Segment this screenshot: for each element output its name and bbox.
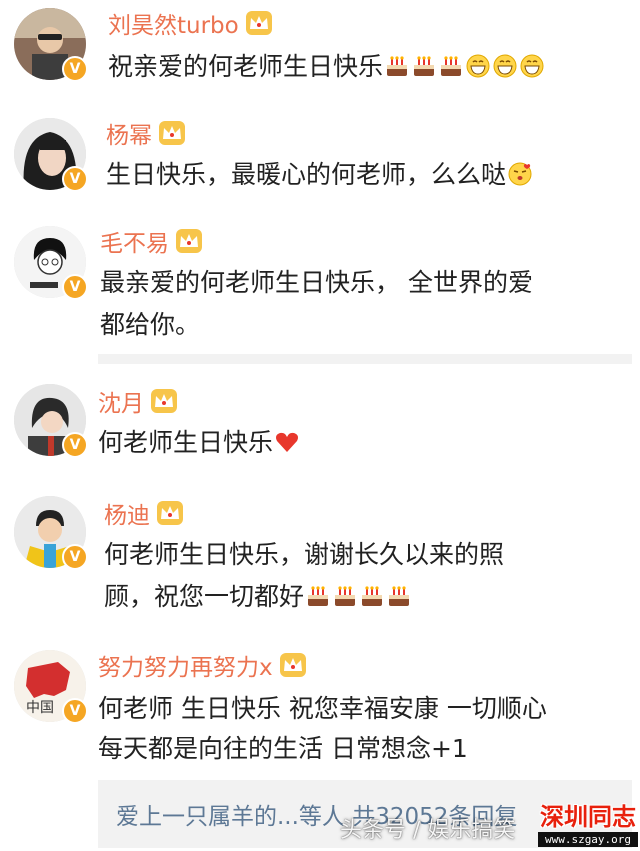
cake-emoji-icon <box>359 583 385 609</box>
comment-text: 顾，祝您一切都好 <box>104 576 412 618</box>
verified-badge: V <box>62 698 88 724</box>
cake-emoji-icon <box>386 583 412 609</box>
crown-icon <box>175 228 203 254</box>
cake-emoji-icon <box>384 53 410 79</box>
avatar[interactable]: 中国 V <box>14 650 88 724</box>
user-name[interactable]: 杨迪 <box>104 496 150 530</box>
comment-text: 何老师生日快乐，谢谢长久以来的照 <box>104 540 505 569</box>
divider <box>98 354 632 364</box>
avatar[interactable]: V <box>14 496 88 570</box>
crown-icon <box>245 10 273 36</box>
comment-text: 都给你。 <box>100 310 201 339</box>
verified-badge: V <box>62 544 88 570</box>
site-logo-url: www.szgay.org <box>538 832 638 847</box>
grin-emoji-icon <box>519 53 545 79</box>
user-name[interactable]: 努力努力再努力x <box>98 648 273 682</box>
comment-text: 最亲爱的何老师生日快乐， 全世界的爱 <box>100 268 533 297</box>
avatar[interactable]: V <box>14 384 88 458</box>
user-name[interactable]: 刘昊然turbo <box>108 6 239 40</box>
comment-text: 祝亲爱的何老师生日快乐 <box>108 46 545 88</box>
crown-icon <box>158 120 186 146</box>
comment-text: 每天都是向往的生活 日常想念+1 <box>98 734 468 763</box>
cake-emoji-icon <box>332 583 358 609</box>
verified-badge: V <box>62 274 88 300</box>
cake-emoji-icon <box>305 583 331 609</box>
user-name[interactable]: 毛不易 <box>100 224 169 258</box>
verified-badge: V <box>62 432 88 458</box>
watermark: 头条号 / 娱乐搞笑 <box>340 818 516 843</box>
verified-badge: V <box>62 56 88 82</box>
verified-badge: V <box>62 166 88 192</box>
avatar[interactable]: V <box>14 8 88 82</box>
kiss-emoji-icon <box>507 161 533 187</box>
comment-text: 何老师 生日快乐 祝您幸福安康 一切顺心 <box>98 694 547 723</box>
grin-emoji-icon <box>465 53 491 79</box>
svg-text:中国: 中国 <box>26 700 54 716</box>
user-name[interactable]: 杨幂 <box>106 116 152 150</box>
site-logo-title: 深圳同志 <box>540 803 636 831</box>
cake-emoji-icon <box>411 53 437 79</box>
crown-icon <box>156 500 184 526</box>
comment-text: 生日快乐，最暖心的何老师，么么哒 <box>106 154 533 196</box>
avatar[interactable]: V <box>14 226 88 300</box>
crown-icon <box>150 388 178 414</box>
user-name[interactable]: 沈月 <box>98 384 144 418</box>
site-logo: 深圳同志 www.szgay.org <box>538 802 638 848</box>
avatar[interactable]: V <box>14 118 88 192</box>
crown-icon <box>279 652 307 678</box>
heart-emoji-icon <box>274 429 300 455</box>
grin-emoji-icon <box>492 53 518 79</box>
comment-text: 何老师生日快乐 <box>98 422 300 464</box>
cake-emoji-icon <box>438 53 464 79</box>
